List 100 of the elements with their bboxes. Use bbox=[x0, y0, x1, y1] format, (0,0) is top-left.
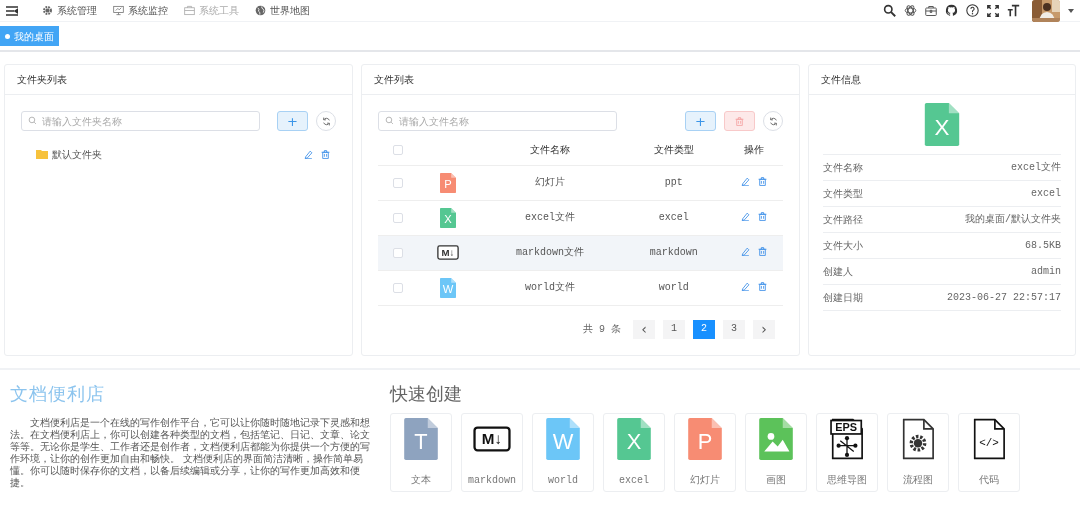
edit-icon[interactable] bbox=[304, 150, 313, 159]
total-count: 共 9 条 bbox=[583, 322, 621, 337]
monitor-icon bbox=[113, 5, 124, 16]
checkbox[interactable] bbox=[393, 213, 403, 223]
edit-icon[interactable] bbox=[741, 282, 751, 291]
field-value: 2023-06-27 22:57:17 bbox=[946, 291, 1061, 305]
table-row[interactable]: M↓ markdown文件 markdown bbox=[378, 235, 783, 270]
file-icon: </> bbox=[972, 418, 1006, 460]
menu-icon[interactable] bbox=[6, 5, 18, 16]
checkbox[interactable] bbox=[393, 248, 403, 258]
create-tile[interactable]: 画图 bbox=[745, 413, 807, 492]
panel-title: 文件信息 bbox=[821, 73, 861, 87]
folder-item[interactable]: 默认文件夹 bbox=[36, 147, 102, 162]
file-icon: X bbox=[440, 207, 456, 228]
file-icon: P bbox=[688, 418, 722, 460]
trash-icon[interactable] bbox=[321, 150, 330, 159]
create-tile[interactable]: M↓ markdown bbox=[461, 413, 523, 492]
file-icon: M↓ bbox=[437, 245, 459, 261]
table-cell: excel bbox=[658, 212, 689, 223]
intro-text: 文档便利店是一个在线的写作创作平台，它可以让你随时随地记录下灵感和想法。在文档便利店上，你可以创建各种类型的文档，包括笔记、日记、文章、论文等等。无论你是学生、工作者还是创作者，文档便利店都能为你提供一个方便的写作环境，让你的创作更加自由和畅快。 文档便利店的界面简洁清晰，操作简单易懂。你可以随时保存你的文档，以备后续编辑或分享，让你的写作更加高效和便捷。 bbox=[10, 417, 370, 489]
file-icon: X bbox=[617, 418, 651, 460]
refresh-button[interactable] bbox=[763, 111, 783, 131]
search-field[interactable]: 请输入文件夹名称 bbox=[21, 111, 260, 131]
toolbox-icon[interactable] bbox=[925, 4, 937, 17]
folder-icon bbox=[36, 150, 48, 159]
intro-title: 文档便利店 bbox=[10, 382, 106, 406]
table-cell: markdown bbox=[649, 247, 698, 258]
column-header: 操作 bbox=[744, 144, 765, 156]
fullscreen-icon[interactable] bbox=[987, 4, 999, 17]
file-icon: T bbox=[404, 418, 438, 460]
page-button[interactable]: 3 bbox=[723, 319, 745, 339]
trash-icon bbox=[735, 116, 744, 126]
table-cell: world bbox=[658, 282, 689, 293]
menu-item[interactable]: 系统监控 bbox=[113, 3, 168, 18]
knot-icon[interactable] bbox=[904, 4, 917, 17]
search-icon[interactable] bbox=[883, 4, 896, 17]
field-label: 文件路径 bbox=[823, 213, 863, 227]
create-tile[interactable]: T 文本 bbox=[390, 413, 452, 492]
column-header: 文件名称 bbox=[530, 144, 571, 156]
field-label: 创建日期 bbox=[823, 291, 863, 305]
briefcase-icon bbox=[184, 5, 195, 16]
table-row[interactable]: X excel文件 excel bbox=[378, 200, 783, 235]
table-cell: 幻灯片 bbox=[535, 177, 566, 188]
help-icon[interactable] bbox=[966, 4, 979, 17]
gear-icon bbox=[42, 5, 53, 16]
create-tile[interactable]: W world bbox=[532, 413, 594, 492]
file-icon: W bbox=[546, 418, 580, 460]
trash-icon[interactable] bbox=[758, 282, 768, 291]
globe-icon bbox=[255, 5, 266, 16]
file-icon: EPS bbox=[830, 418, 864, 460]
table-cell: ppt bbox=[664, 177, 683, 188]
page-button[interactable]: 1 bbox=[663, 319, 685, 339]
delete-button[interactable] bbox=[724, 111, 755, 131]
checkbox[interactable] bbox=[393, 145, 403, 156]
table-cell: markdown文件 bbox=[516, 247, 585, 258]
file-icon: W bbox=[440, 277, 456, 298]
create-tile[interactable]: 流程图 bbox=[887, 413, 949, 492]
refresh-icon bbox=[321, 116, 331, 126]
next-page-button[interactable]: › bbox=[753, 319, 775, 339]
field-label: 文件名称 bbox=[823, 161, 863, 175]
menu-item[interactable]: 世界地图 bbox=[255, 3, 310, 18]
search-field[interactable]: 请输入文件名称 bbox=[378, 111, 617, 131]
file-icon: X bbox=[924, 103, 960, 146]
edit-icon[interactable] bbox=[741, 247, 751, 256]
table-cell: excel文件 bbox=[525, 212, 576, 223]
field-value: 68.5KB bbox=[1025, 239, 1061, 253]
create-tile[interactable]: </> 代码 bbox=[958, 413, 1020, 492]
field-value: 我的桌面/默认文件夹 bbox=[965, 212, 1061, 227]
column-header: 文件类型 bbox=[653, 144, 694, 156]
field-value: excel bbox=[1031, 187, 1061, 201]
caret-icon[interactable] bbox=[1068, 8, 1074, 13]
table-row[interactable]: P 幻灯片 ppt bbox=[378, 165, 783, 200]
github-icon[interactable] bbox=[945, 4, 958, 17]
trash-icon[interactable] bbox=[758, 177, 768, 186]
refresh-icon bbox=[768, 116, 778, 126]
menu-item[interactable]: 系统管理 bbox=[42, 3, 97, 18]
text-size-icon[interactable] bbox=[1007, 4, 1020, 17]
checkbox[interactable] bbox=[393, 283, 403, 293]
edit-icon[interactable] bbox=[741, 177, 751, 186]
file-icon: P bbox=[440, 172, 456, 193]
field-label: 文件类型 bbox=[823, 187, 863, 201]
trash-icon[interactable] bbox=[758, 212, 768, 221]
section-title: 快速创建 bbox=[390, 382, 463, 406]
field-value: excel文件 bbox=[1011, 161, 1061, 175]
create-tile[interactable]: P 幻灯片 bbox=[674, 413, 736, 492]
field-label: 文件大小 bbox=[823, 239, 863, 253]
checkbox[interactable] bbox=[393, 178, 403, 188]
previous-page-button[interactable]: ‹ bbox=[633, 319, 655, 339]
create-tile[interactable]: X excel bbox=[603, 413, 665, 492]
panel-title: 文件列表 bbox=[374, 73, 414, 87]
panel-title: 文件夹列表 bbox=[17, 73, 67, 87]
trash-icon[interactable] bbox=[758, 247, 768, 256]
field-label: 创建人 bbox=[823, 265, 853, 279]
create-tile[interactable]: EPS 思维导图 bbox=[816, 413, 878, 492]
edit-icon[interactable] bbox=[741, 212, 751, 221]
refresh-button[interactable] bbox=[316, 111, 336, 131]
table-cell: world文件 bbox=[525, 282, 576, 293]
table-row[interactable]: W world文件 world bbox=[378, 270, 783, 305]
file-icon: M↓ bbox=[473, 426, 511, 452]
field-value: admin bbox=[1031, 265, 1061, 279]
